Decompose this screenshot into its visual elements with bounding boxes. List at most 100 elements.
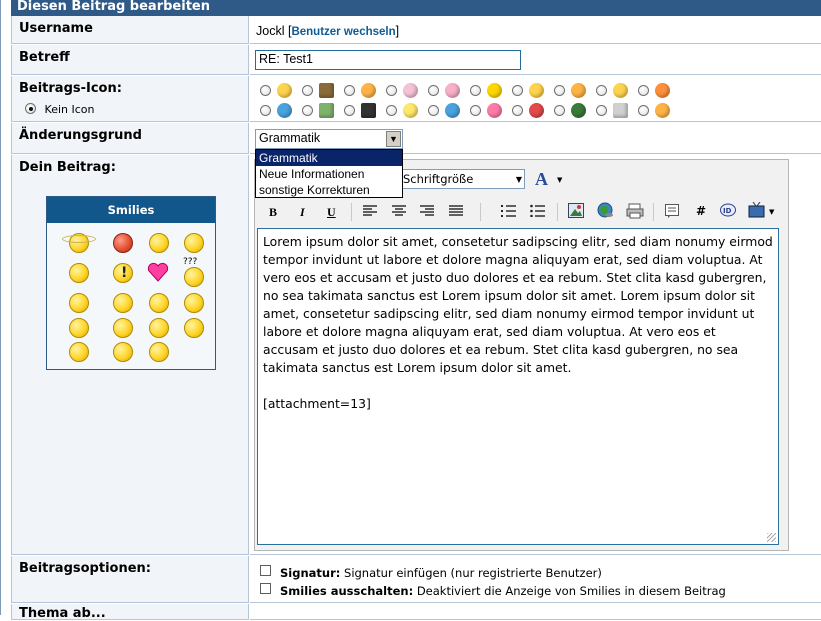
bullet-list-icon[interactable] [530,204,545,217]
angry-smiley-icon[interactable] [113,233,133,253]
exclamation-smiley-icon[interactable]: ! [113,263,133,283]
sleepy-smiley-icon[interactable] [113,293,133,313]
heart-smiley-icon[interactable] [147,262,169,282]
sunglasses-smiley-icon[interactable] [113,318,133,338]
nerd-smiley-icon[interactable] [113,342,133,362]
post-icon-radio[interactable] [596,105,607,116]
post-icon-label: Beitrags-Icon: [19,81,122,96]
next-row-label: Thema ab... [11,604,249,621]
post-icon-radio[interactable] [512,105,523,116]
tongue-smiley-icon[interactable] [184,318,204,338]
lightbulb-icon [403,103,418,118]
thinking-smiley-icon[interactable] [149,293,169,313]
flower-icon [403,83,418,98]
laugh-icon [655,103,670,118]
post-icon-radio[interactable] [428,105,439,116]
smilies-title: Smilies [47,197,215,223]
switch-user-link[interactable]: Benutzer wechseln [291,26,395,38]
svg-text:ID: ID [723,207,732,215]
rainbow-icon [655,83,670,98]
grin-smiley-icon[interactable] [149,318,169,338]
font-color-icon[interactable]: A [535,169,548,190]
post-icon-radio[interactable] [638,85,649,96]
heart-outline-icon [445,83,460,98]
post-icon-radio[interactable] [554,105,565,116]
idea-smiley-icon[interactable] [69,293,89,313]
post-icon-radio[interactable] [386,85,397,96]
smilies-panel: Smilies ! ??? [46,196,216,370]
music-icon [361,103,376,118]
resize-grip-icon[interactable] [767,533,776,542]
image-icon[interactable] [568,203,584,218]
post-icon-radio[interactable] [260,85,271,96]
subject-input[interactable]: RE: Test1 [255,50,521,70]
post-icon-radio[interactable] [344,85,355,96]
php-code-icon[interactable]: ID [720,203,736,218]
font-size-select[interactable]: Schriftgröße ▼ [400,169,525,189]
align-right-icon[interactable] [420,205,434,217]
hand-icon [361,83,376,98]
username-label: Username [11,16,249,44]
bug-icon [571,103,586,118]
film-icon [319,83,334,98]
link-globe-icon[interactable] [597,202,614,219]
post-icon-radio[interactable] [302,85,313,96]
subject-label: Betreff [11,45,249,75]
numbered-list-icon[interactable] [501,204,516,217]
sad-smiley-icon[interactable] [149,342,169,362]
quote-icon[interactable] [665,204,679,218]
align-justify-icon[interactable] [449,205,463,217]
cube-icon [613,103,628,118]
post-icon-radio[interactable] [554,85,565,96]
post-icon-radio[interactable] [470,85,481,96]
no-icon-radio[interactable] [25,103,36,114]
post-icon-radio[interactable] [344,105,355,116]
reason-option[interactable]: Grammatik [256,150,402,166]
signature-checkbox[interactable] [260,565,271,576]
post-textarea[interactable]: Lorem ipsum dolor sit amet, consetetur s… [257,228,779,545]
post-icon-radio[interactable] [596,85,607,96]
reason-option[interactable]: Neue Informationen [256,166,402,182]
form-header: Diesen Beitrag bearbeiten [11,0,821,16]
post-icon-radio[interactable] [302,105,313,116]
sun-icon [571,83,586,98]
reason-select[interactable]: Grammatik ▼ [255,129,403,149]
shy-smiley-icon[interactable] [69,342,89,362]
cool-smiley-icon[interactable] [69,263,89,283]
post-icon-label-cell: Beitrags-Icon: Kein Icon [11,76,249,122]
reason-selected-text: Grammatik [259,131,321,145]
smile-icon [277,83,292,98]
print-icon[interactable] [626,203,644,219]
wink-smiley-icon[interactable] [149,233,169,253]
video-tv-icon[interactable] [748,202,766,218]
post-icon-cell [250,76,821,122]
align-center-icon[interactable] [392,205,406,217]
italic-button[interactable]: I [300,205,305,220]
post-icon-radio[interactable] [638,105,649,116]
happy-smiley-icon[interactable] [184,293,204,313]
chevron-down-icon[interactable]: ▼ [386,131,401,147]
alert-icon [529,103,544,118]
disable-smilies-checkbox[interactable] [260,583,271,594]
underline-button[interactable]: U [327,205,336,220]
confused-smiley-icon[interactable] [184,267,204,287]
question-icon [277,103,292,118]
hash-code-button[interactable]: # [696,204,706,218]
disable-smilies-label: Smilies ausschalten: [280,584,414,598]
align-left-icon[interactable] [363,205,377,217]
post-icon-radio[interactable] [386,105,397,116]
post-icon-radio[interactable] [470,105,481,116]
reason-option[interactable]: sonstige Korrekturen [256,182,402,198]
bold-button[interactable]: B [269,205,277,220]
post-icon-radio[interactable] [260,105,271,116]
toolbar-divider [557,203,558,221]
post-icon-radio[interactable] [428,85,439,96]
chevron-down-icon[interactable]: ▼ [769,208,774,216]
options-cell: Signatur: Signatur einfügen (nur registr… [250,556,821,603]
post-label: Dein Beitrag: [19,160,116,175]
attachment-tag: [attachment=13] [263,396,371,411]
laugh-smiley-icon[interactable] [69,318,89,338]
glasses-smiley-icon[interactable] [184,233,204,253]
post-icon-radio[interactable] [512,85,523,96]
chevron-down-icon[interactable]: ▼ [557,176,562,184]
